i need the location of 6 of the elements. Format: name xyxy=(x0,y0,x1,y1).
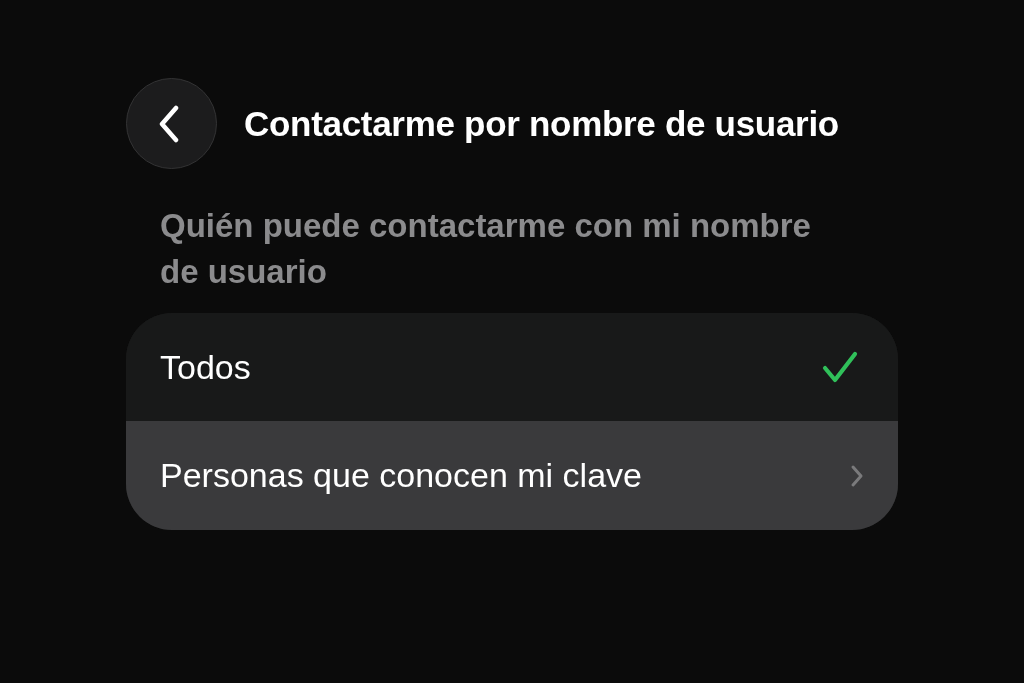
chevron-right-icon xyxy=(850,463,864,488)
chevron-left-icon xyxy=(157,104,180,143)
option-row[interactable]: Personas que conocen mi clave xyxy=(126,421,898,530)
checkmark-icon xyxy=(822,351,858,383)
page-title: Contactarme por nombre de usuario xyxy=(244,103,839,144)
section-header: Quién puede contactarme con mi nombre de usuario xyxy=(160,206,812,292)
